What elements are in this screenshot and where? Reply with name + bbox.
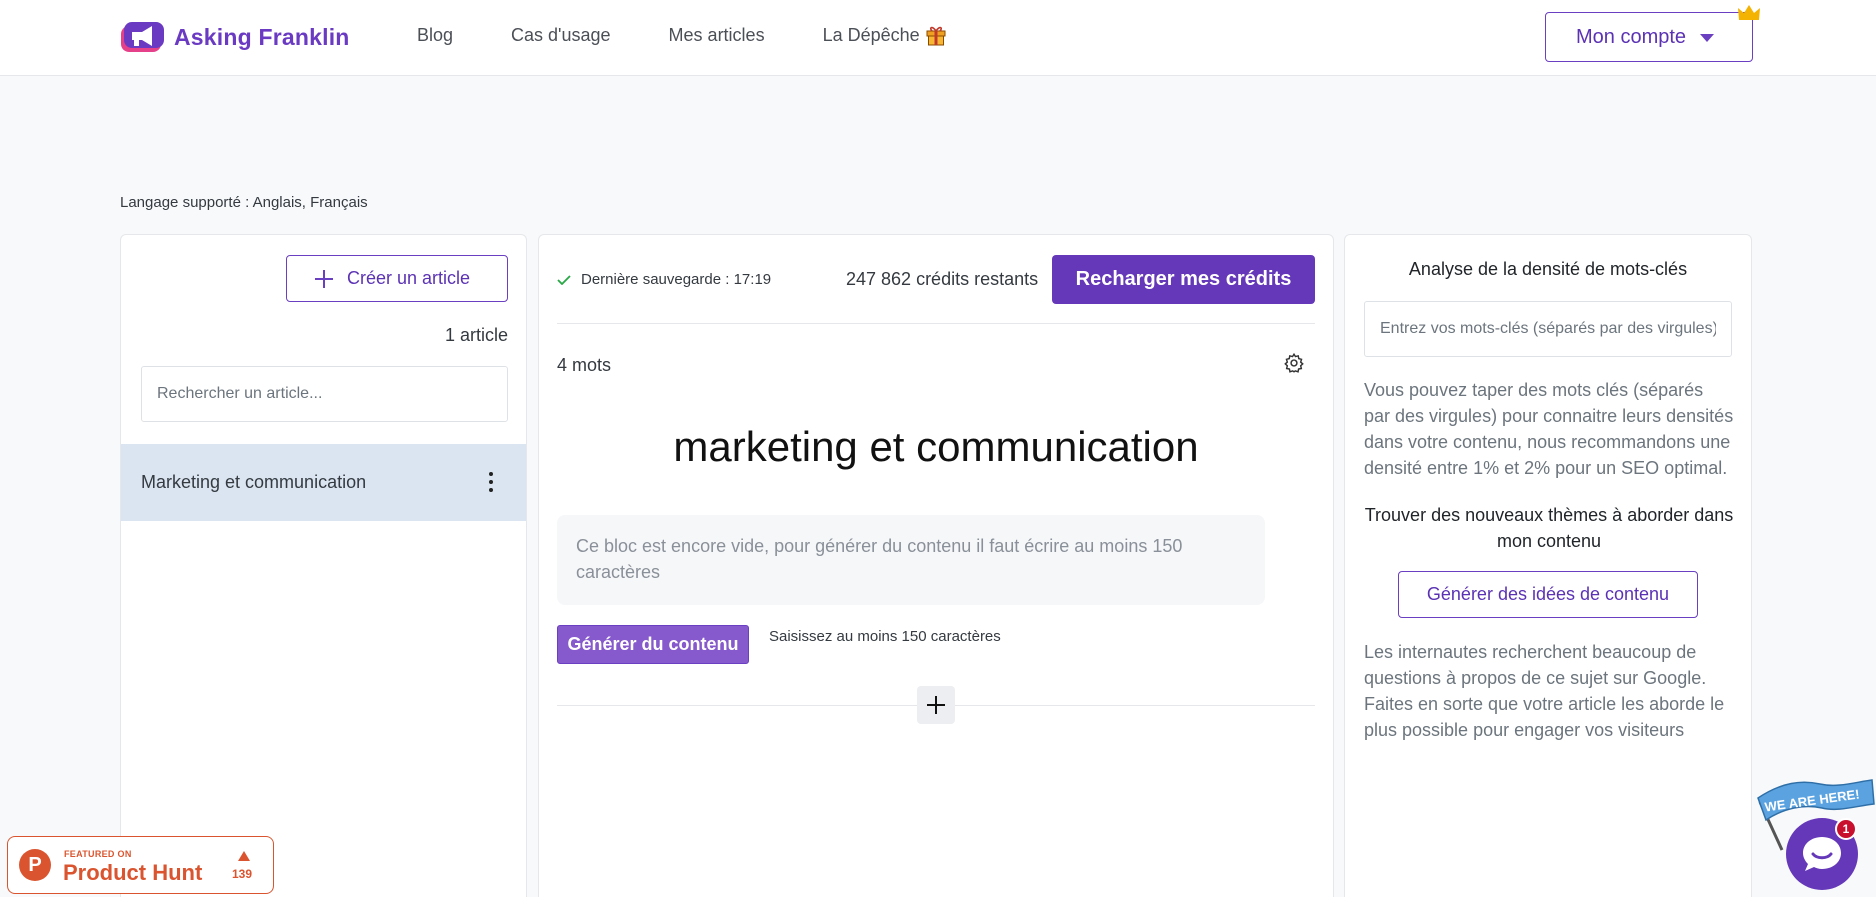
article-list-item[interactable]: Marketing et communication <box>121 444 526 521</box>
supported-languages-note: Langage supporté : Anglais, Français <box>120 194 368 211</box>
plus-icon <box>315 269 333 288</box>
nav-my-articles[interactable]: Mes articles <box>669 24 765 46</box>
product-hunt-name: Product Hunt <box>63 860 203 885</box>
upvote-arrow-icon <box>238 851 250 861</box>
check-icon <box>557 274 571 285</box>
brand-name: Asking Franklin <box>174 23 350 50</box>
google-questions-help: Les internautes recherchent beaucoup de … <box>1364 642 1725 740</box>
unread-count-badge: 1 <box>1835 818 1857 840</box>
brand-logo[interactable]: Asking Franklin <box>120 18 350 56</box>
save-status-text: Dernière sauvegarde : 17:19 <box>581 271 772 288</box>
top-navbar: Asking Franklin Blog Cas d'usage Mes art… <box>0 0 1876 76</box>
gift-icon <box>926 26 946 46</box>
product-hunt-badge[interactable]: P FEATURED ON Product Hunt 139 <box>7 836 274 894</box>
save-status: Dernière sauvegarde : 17:19 <box>557 271 771 288</box>
credits-remaining: 247 862 crédits restants <box>846 269 1039 289</box>
add-block-button[interactable] <box>917 686 955 724</box>
kebab-menu-icon[interactable] <box>489 472 493 492</box>
new-themes-title: Trouver des nouveaux thèmes à aborder da… <box>1364 505 1734 551</box>
gear-icon[interactable] <box>1283 352 1305 374</box>
main-nav: Blog Cas d'usage Mes articles La Dépêche <box>417 24 946 46</box>
nav-la-depeche-label: La Dépêche <box>822 24 920 45</box>
recharge-credits-button[interactable]: Recharger mes crédits <box>1052 255 1315 304</box>
divider <box>557 323 1315 324</box>
article-search-input[interactable] <box>141 366 508 422</box>
chat-widget[interactable]: WE ARE HERE! 1 <box>1752 772 1876 897</box>
keyword-density-title: Analyse de la densité de mots-clés <box>1408 259 1688 279</box>
chat-bubble-icon <box>1803 837 1841 871</box>
nav-use-cases[interactable]: Cas d'usage <box>511 24 611 46</box>
generate-hint: Saisissez au moins 150 caractères <box>769 628 1001 645</box>
nav-la-depeche[interactable]: La Dépêche <box>823 24 946 46</box>
generate-ideas-button[interactable]: Générer des idées de contenu <box>1398 571 1698 618</box>
seo-panel: Analyse de la densité de mots-clés Vous … <box>1344 234 1752 897</box>
word-count: 4 mots <box>557 355 612 375</box>
account-menu-button[interactable]: Mon compte <box>1545 12 1753 62</box>
create-article-button[interactable]: Créer un article <box>286 255 508 302</box>
keyword-density-help: Vous pouvez taper des mots clés (séparés… <box>1364 380 1734 478</box>
product-hunt-logo-icon: P <box>19 849 51 881</box>
caret-down-icon <box>1700 34 1714 42</box>
editor-panel: Dernière sauvegarde : 17:19 247 862 créd… <box>538 234 1334 897</box>
keywords-input[interactable] <box>1364 301 1732 357</box>
articles-panel: Créer un article 1 article Marketing et … <box>120 234 527 897</box>
article-title-heading[interactable]: marketing et communication <box>557 423 1315 471</box>
generate-content-button[interactable]: Générer du contenu <box>557 625 749 664</box>
megaphone-logo-icon <box>121 22 164 52</box>
product-hunt-featured: FEATURED ON <box>64 849 132 859</box>
crown-icon <box>1738 5 1760 20</box>
article-title: Marketing et communication <box>141 472 367 492</box>
article-count: 1 article <box>444 325 508 345</box>
content-block-placeholder[interactable]: Ce bloc est encore vide, pour générer du… <box>557 515 1265 605</box>
create-article-label: Créer un article <box>347 268 471 288</box>
product-hunt-votes: 139 <box>232 867 253 881</box>
account-menu-label: Mon compte <box>1576 25 1687 48</box>
nav-blog[interactable]: Blog <box>417 24 453 46</box>
